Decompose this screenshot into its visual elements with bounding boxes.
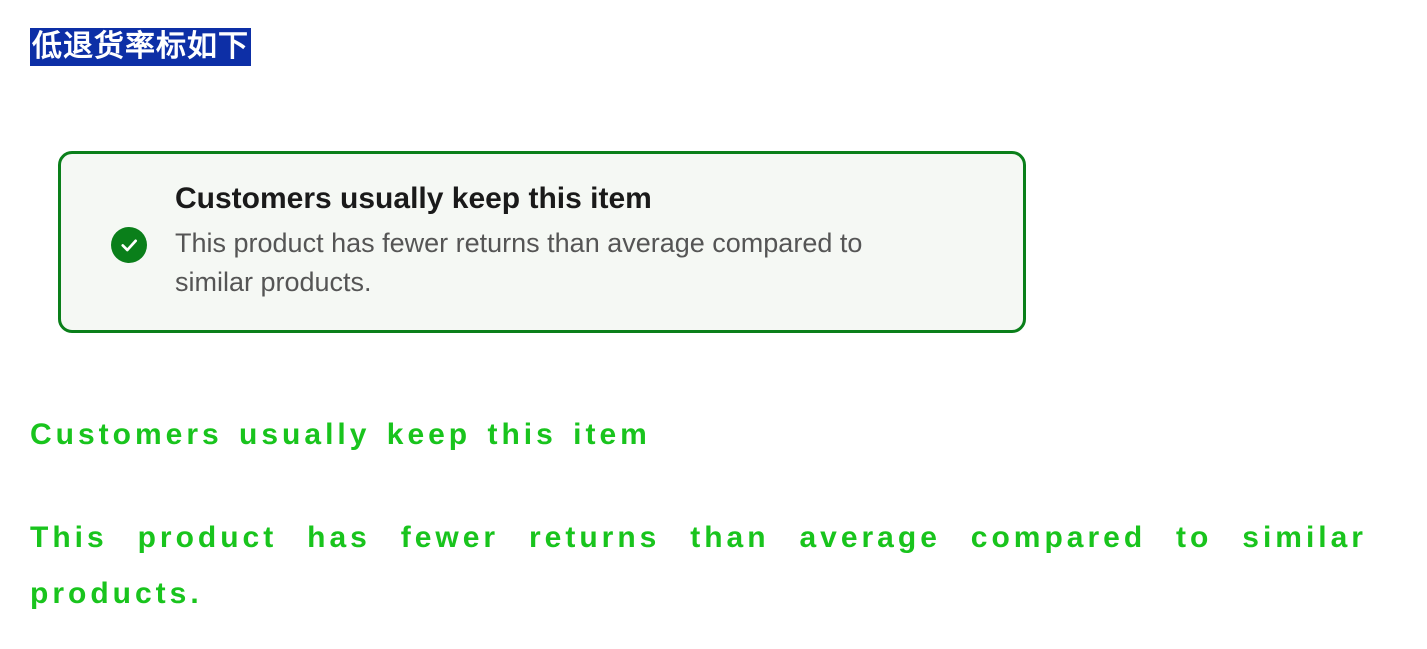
section-heading: 低退货率标如下: [30, 28, 251, 66]
highlight-title: Customers usually keep this item: [30, 418, 1367, 452]
check-circle-icon: [111, 227, 147, 263]
callout-description: This product has fewer returns than aver…: [175, 224, 915, 302]
highlight-block: Customers usually keep this item This pr…: [30, 418, 1397, 621]
low-return-callout: Customers usually keep this item This pr…: [58, 151, 1026, 333]
highlight-description: This product has fewer returns than aver…: [30, 510, 1367, 621]
callout-title: Customers usually keep this item: [175, 182, 991, 216]
callout-text: Customers usually keep this item This pr…: [175, 182, 991, 302]
